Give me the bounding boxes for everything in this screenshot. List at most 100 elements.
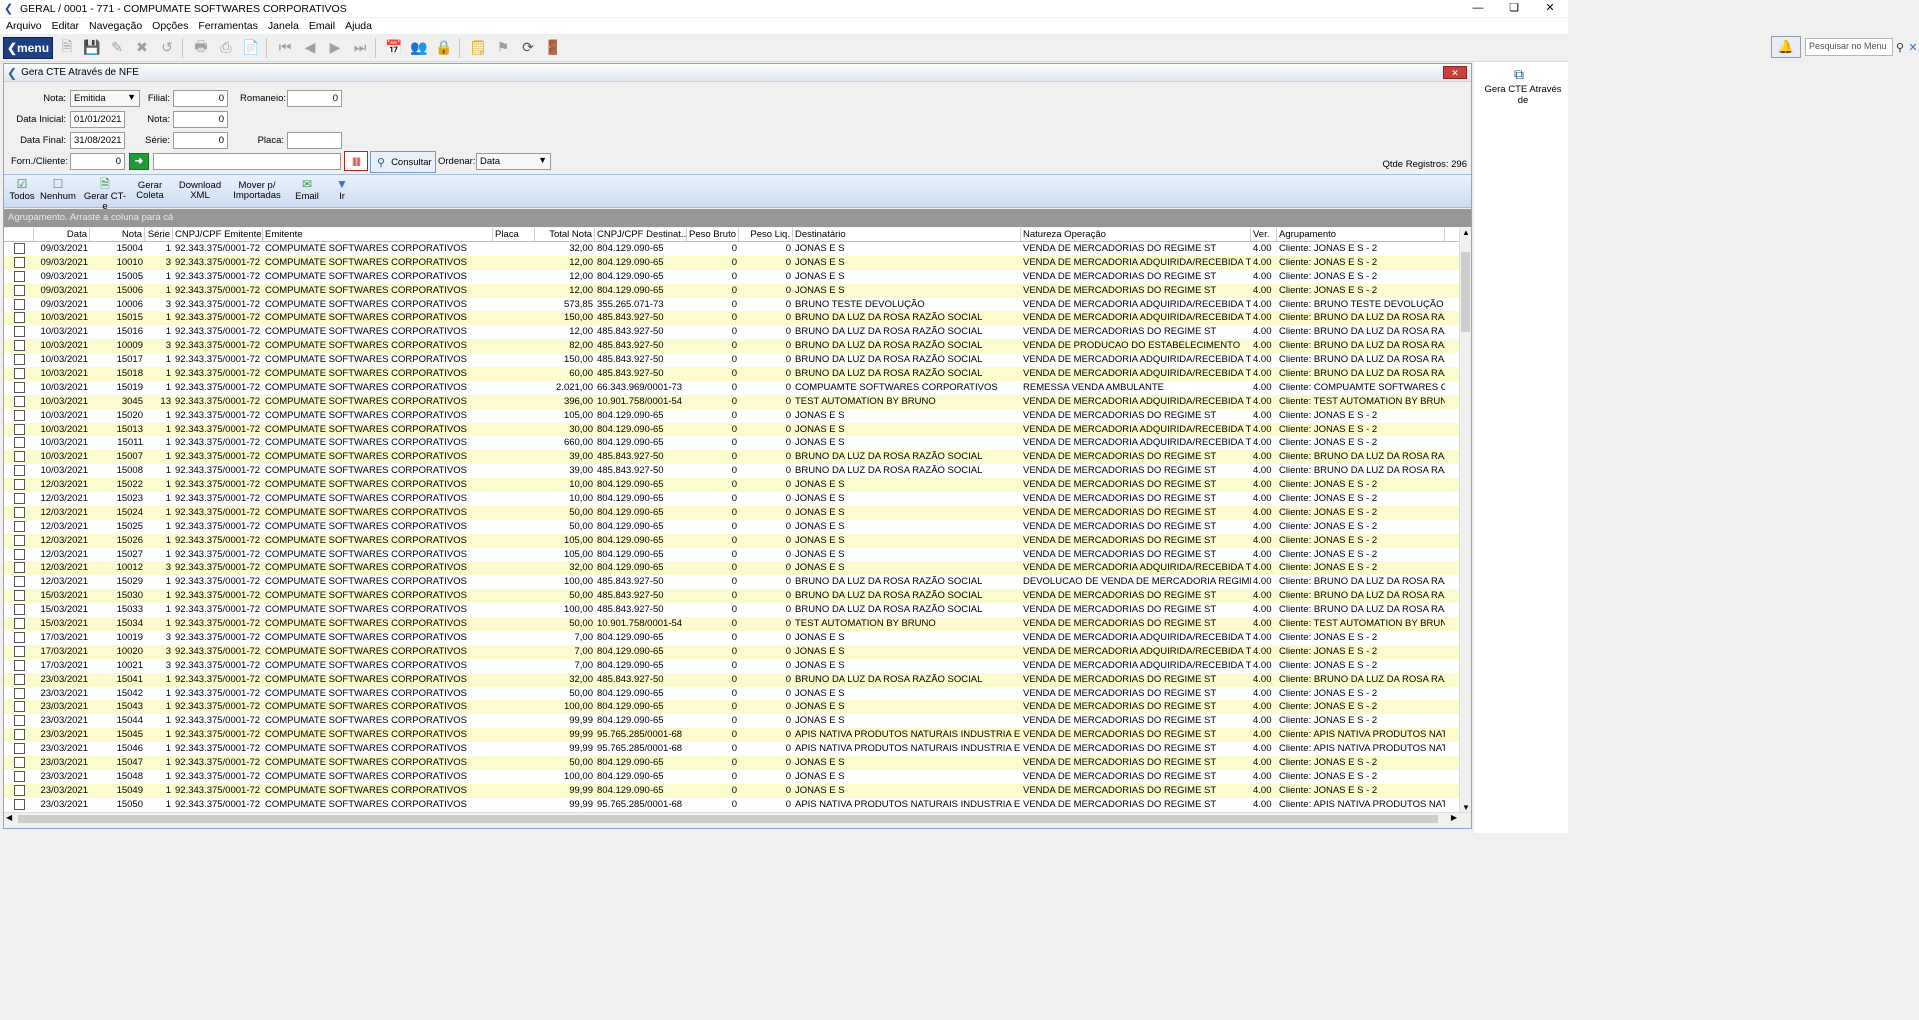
column-header-nota[interactable]: Nota	[90, 228, 145, 241]
scroll-left-icon[interactable]: ◀	[6, 813, 12, 822]
table-row[interactable]: 23/03/2021 15045 1 92.343.375/0001-72 COMPUM…	[4, 728, 1459, 743]
download-xml-button[interactable]: Download XML	[178, 181, 222, 201]
row-checkbox[interactable]	[13, 673, 25, 685]
column-header-peso-bruto[interactable]: Peso Bruto	[687, 228, 739, 241]
column-header-placa[interactable]: Placa	[493, 228, 535, 241]
table-row[interactable]: 12/03/2021 15027 1 92.343.375/0001-72 COMPUM…	[4, 548, 1459, 562]
column-header-serie[interactable]: Série	[145, 228, 173, 241]
table-row[interactable]: 23/03/2021 15050 1 92.343.375/0001-72 COMPUM…	[4, 798, 1459, 812]
table-row[interactable]: 10/03/2021 15013 1 92.343.375/0001-72 COMPUM…	[4, 422, 1459, 437]
row-checkbox[interactable]	[13, 618, 25, 630]
first-record-icon[interactable]: ⏮	[274, 37, 296, 59]
column-header-natureza-operacao[interactable]: Natureza Operação	[1021, 228, 1251, 241]
table-row[interactable]: 23/03/2021 15046 1 92.343.375/0001-72 COMPUM…	[4, 742, 1459, 756]
table-row[interactable]: 15/03/2021 15034 1 92.343.375/0001-72 COMPUM…	[4, 617, 1459, 631]
forn-cliente-input[interactable]: 0	[70, 153, 125, 170]
row-checkbox[interactable]	[13, 326, 25, 338]
row-checkbox[interactable]	[13, 604, 25, 616]
row-checkbox[interactable]	[13, 534, 25, 546]
row-checkbox[interactable]	[13, 631, 25, 643]
table-row[interactable]: 10/03/2021 3045 13 92.343.375/0001-72 COMPUM…	[4, 394, 1459, 409]
row-checkbox[interactable]	[13, 243, 25, 254]
row-checkbox[interactable]	[13, 798, 25, 810]
table-row[interactable]: 17/03/2021 10021 3 92.343.375/0001-72 COMPUM…	[4, 659, 1459, 673]
table-row[interactable]: 15/03/2021 15030 1 92.343.375/0001-72 COMPUM…	[4, 589, 1459, 604]
table-row[interactable]: 09/03/2021 15005 1 92.343.375/0001-72 COMPUM…	[4, 270, 1459, 284]
menu-ajuda[interactable]: Ajuda	[345, 20, 372, 32]
row-checkbox[interactable]	[13, 368, 25, 380]
email-button[interactable]: ✉ Email	[294, 177, 320, 202]
table-row[interactable]: 23/03/2021 15049 1 92.343.375/0001-72 COMPUM…	[4, 783, 1459, 798]
scroll-down-icon[interactable]: ▼	[1460, 803, 1472, 812]
notes-icon[interactable]: 🗒	[467, 37, 489, 59]
row-checkbox[interactable]	[13, 298, 25, 310]
placa-input[interactable]	[287, 132, 342, 149]
row-checkbox[interactable]	[13, 465, 25, 477]
table-row[interactable]: 10/03/2021 15020 1 92.343.375/0001-72 COMPUM…	[4, 409, 1459, 423]
row-checkbox[interactable]	[13, 701, 25, 713]
scroll-right-icon[interactable]: ▶	[1451, 813, 1457, 822]
vertical-scrollbar[interactable]: ▲ ▼	[1459, 228, 1471, 812]
restore-button[interactable]: ❏	[1496, 0, 1532, 17]
menu-editar[interactable]: Editar	[52, 20, 79, 32]
table-row[interactable]: 09/03/2021 15006 1 92.343.375/0001-72 COMPUM…	[4, 283, 1459, 298]
table-row[interactable]: 12/03/2021 15022 1 92.343.375/0001-72 COMPUM…	[4, 478, 1459, 493]
print-preview-icon[interactable]: 🖶	[190, 37, 212, 59]
column-header-destinatario[interactable]: Destinatário	[793, 228, 1021, 241]
column-header-cnpj-destinatario[interactable]: CNPJ/CPF Destinat...	[595, 228, 687, 241]
menu-navegacao[interactable]: Navegação	[89, 20, 142, 32]
edit-icon[interactable]: ✎	[106, 37, 128, 59]
table-row[interactable]: 10/03/2021 15016 1 92.343.375/0001-72 COMPUM…	[4, 325, 1459, 339]
open-window-label[interactable]: Gera CTE Através de	[1478, 84, 1568, 106]
table-row[interactable]: 23/03/2021 15042 1 92.343.375/0001-72 COMPUM…	[4, 687, 1459, 701]
forn-go-arrow-icon[interactable]: ➜	[129, 153, 149, 170]
table-row[interactable]: 10/03/2021 10009 3 92.343.375/0001-72 COMPUM…	[4, 339, 1459, 354]
next-record-icon[interactable]: ▶	[324, 37, 346, 59]
table-row[interactable]: 12/03/2021 15026 1 92.343.375/0001-72 COMPUM…	[4, 533, 1459, 548]
serie-input[interactable]: 0	[173, 132, 228, 149]
table-row[interactable]: 12/03/2021 15029 1 92.343.375/0001-72 COMPUM…	[4, 575, 1459, 589]
table-row[interactable]: 12/03/2021 15025 1 92.343.375/0001-72 COMPUM…	[4, 520, 1459, 534]
clear-search-icon[interactable]: ✕	[1907, 41, 1919, 54]
filial-input[interactable]: 0	[173, 90, 228, 107]
table-row[interactable]: 09/03/2021 10006 3 92.343.375/0001-72 COMPUM…	[4, 298, 1459, 312]
consultar-button[interactable]: ⚲ Consultar	[370, 151, 436, 173]
data-inicial-input[interactable]: 01/01/2021	[70, 111, 125, 128]
row-checkbox[interactable]	[13, 729, 25, 741]
table-row[interactable]: 10/03/2021 15017 1 92.343.375/0001-72 COMPUM…	[4, 353, 1459, 367]
menu-email[interactable]: Email	[309, 20, 335, 32]
lock-icon[interactable]: 🔒	[433, 37, 455, 59]
nota-select[interactable]: Emitida ▼	[70, 90, 140, 107]
horizontal-scrollbar[interactable]: ◀ ▶	[4, 812, 1471, 825]
row-checkbox[interactable]	[13, 770, 25, 782]
row-checkbox[interactable]	[13, 548, 25, 560]
table-row[interactable]: 10/03/2021 15007 1 92.343.375/0001-72 COMPUM…	[4, 450, 1459, 465]
row-checkbox[interactable]	[13, 645, 25, 657]
refresh-icon[interactable]: ⟳	[517, 37, 539, 59]
row-checkbox[interactable]	[13, 256, 25, 268]
users-icon[interactable]: 👥	[408, 37, 430, 59]
last-record-icon[interactable]: ⏭	[349, 37, 371, 59]
minimize-button[interactable]: —	[1460, 0, 1496, 17]
previous-record-icon[interactable]: ◀	[299, 37, 321, 59]
menu-button[interactable]: ❮ menu	[3, 36, 53, 59]
row-checkbox[interactable]	[13, 312, 25, 324]
row-checkbox[interactable]	[13, 409, 25, 421]
undo-icon[interactable]: ↺	[156, 37, 178, 59]
row-checkbox[interactable]	[13, 270, 25, 282]
row-checkbox[interactable]	[13, 506, 25, 518]
back-icon[interactable]: ❮	[7, 66, 17, 80]
gerar-coleta-button[interactable]: Gerar Coleta	[134, 181, 166, 201]
romaneio-input[interactable]: 0	[287, 90, 342, 107]
scroll-up-icon[interactable]: ▲	[1460, 228, 1472, 237]
table-row[interactable]: 10/03/2021 15008 1 92.343.375/0001-72 COMPUM…	[4, 464, 1459, 478]
new-icon[interactable]: 🗎	[56, 37, 78, 59]
close-button[interactable]: ✕	[1532, 0, 1568, 17]
column-header-select[interactable]	[4, 228, 34, 241]
row-checkbox[interactable]	[13, 756, 25, 768]
report-icon[interactable]: 📄	[240, 37, 262, 59]
delete-icon[interactable]: ✖	[131, 37, 153, 59]
table-row[interactable]: 12/03/2021 15023 1 92.343.375/0001-72 COMPUM…	[4, 492, 1459, 506]
todos-button[interactable]: ☑ Todos	[8, 177, 36, 202]
print-icon[interactable]: ⎙	[215, 37, 237, 59]
